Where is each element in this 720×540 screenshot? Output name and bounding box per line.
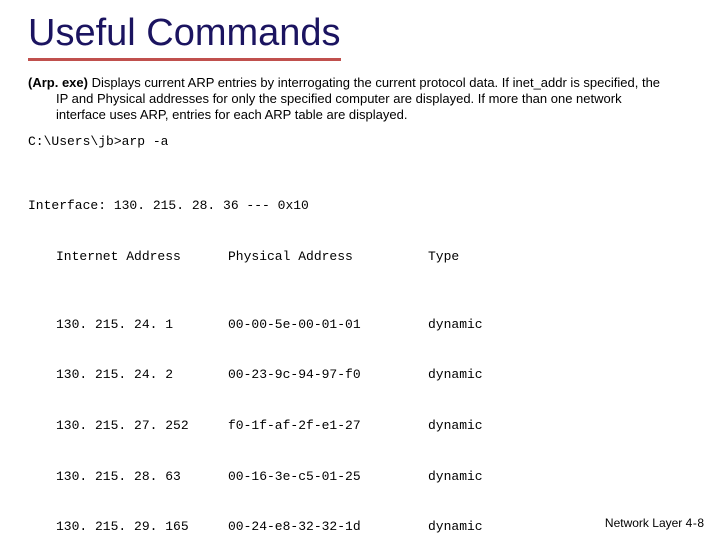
table-row: 130. 215. 27. 252 f0-1f-af-2f-e1-27 dyna… [28,418,692,435]
footer: Network Layer 4-8 [605,516,704,530]
footer-page-prefix: 4- [686,516,698,530]
cell-type: dynamic [428,367,548,384]
cell-ip: 130. 215. 24. 2 [28,367,228,384]
description-line: (Arp. exe) Displays current ARP entries … [28,75,668,124]
table-row: 130. 215. 28. 63 00-16-3e-c5-01-25 dynam… [28,469,692,486]
title-underline [28,58,341,61]
col-header-type: Type [428,249,548,266]
cell-mac: 00-00-5e-00-01-01 [228,317,428,334]
title-wrap: Useful Commands [28,14,341,61]
command-prompt: C:\Users\jb>arp -a [28,134,692,151]
cell-type: dynamic [428,519,548,536]
description-text: Displays current ARP entries by interrog… [56,75,660,123]
col-header-mac: Physical Address [228,249,428,266]
footer-page-num: 8 [697,516,704,530]
cell-ip: 130. 215. 24. 1 [28,317,228,334]
description: (Arp. exe) Displays current ARP entries … [28,75,668,124]
cmd-name: (Arp. exe) [28,75,88,90]
col-header-ip: Internet Address [28,249,228,266]
interface-line: Interface: 130. 215. 28. 36 --- 0x10 [28,198,692,215]
cell-mac: 00-24-e8-32-32-1d [228,519,428,536]
cell-type: dynamic [428,317,548,334]
table-row: 130. 215. 24. 2 00-23-9c-94-97-f0 dynami… [28,367,692,384]
cell-mac: 00-23-9c-94-97-f0 [228,367,428,384]
table-row: 130. 215. 29. 165 00-24-e8-32-32-1d dyna… [28,519,692,536]
page-title: Useful Commands [28,14,341,56]
cell-mac: 00-16-3e-c5-01-25 [228,469,428,486]
cell-type: dynamic [428,469,548,486]
cell-ip: 130. 215. 28. 63 [28,469,228,486]
cell-ip: 130. 215. 27. 252 [28,418,228,435]
slide: Useful Commands (Arp. exe) Displays curr… [0,0,720,540]
cell-ip: 130. 215. 29. 165 [28,519,228,536]
table-row: 130. 215. 24. 1 00-00-5e-00-01-01 dynami… [28,317,692,334]
arp-output: Interface: 130. 215. 28. 36 --- 0x10 Int… [28,165,692,540]
cell-mac: f0-1f-af-2f-e1-27 [228,418,428,435]
footer-section: Network Layer [605,516,682,530]
arp-header-row: Internet Address Physical Address Type [28,249,692,266]
cell-type: dynamic [428,418,548,435]
